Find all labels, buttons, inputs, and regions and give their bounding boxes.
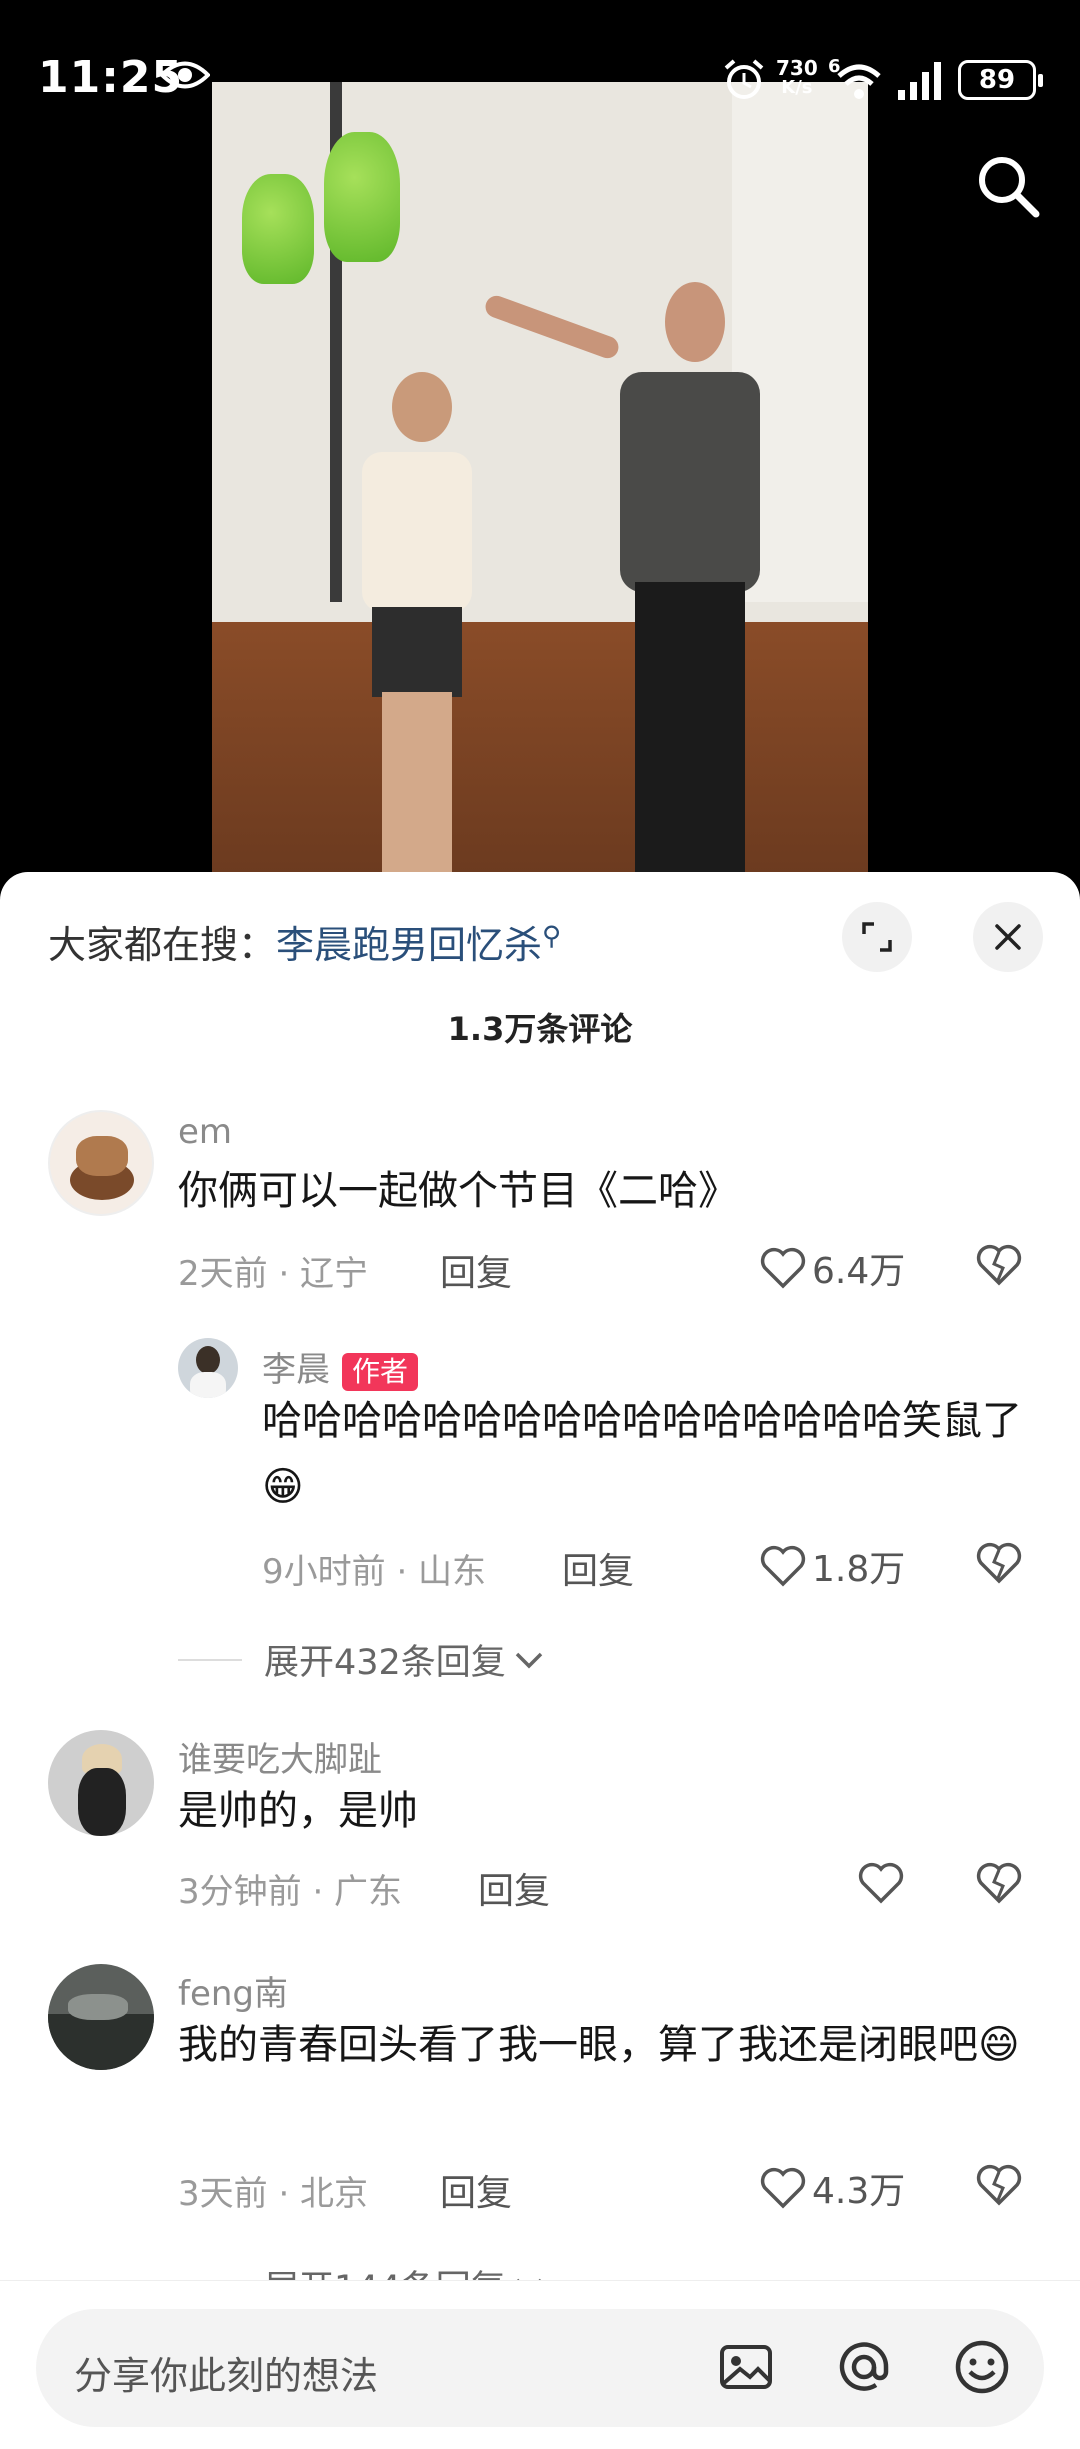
search-icon[interactable] — [972, 150, 1044, 222]
like-button[interactable]: 1.8万 — [760, 1540, 905, 1592]
comment-text: 是帅的，是帅 — [178, 1788, 418, 1834]
author-badge: 作者 — [342, 1352, 419, 1391]
dislike-icon[interactable] — [976, 1244, 1022, 1286]
like-button[interactable]: 6.4万 — [760, 1242, 905, 1294]
dislike-icon[interactable] — [976, 1862, 1022, 1904]
expand-button[interactable] — [842, 902, 912, 972]
like-count: 1.8万 — [812, 1549, 906, 1590]
expand-icon — [862, 922, 892, 952]
reply-button[interactable]: 回复 — [440, 2164, 512, 2216]
like-count: 4.3万 — [812, 2171, 906, 2212]
comment-text: 哈哈哈哈哈哈哈哈哈哈哈哈哈哈哈哈笑鼠了😁 — [262, 1398, 1022, 1510]
person-right — [620, 282, 760, 882]
like-count: 6.4万 — [812, 1251, 906, 1292]
image-icon[interactable] — [716, 2337, 776, 2397]
eye-comfort-icon — [160, 61, 210, 89]
comment-input[interactable]: 分享你此刻的想法 — [36, 2309, 1044, 2427]
comment-sheet: 大家都在搜：李晨跑男回忆杀⚲ 1.3万条评论 em 你俩可以一起做个节目《二哈》… — [0, 872, 1080, 2449]
heart-icon — [760, 2167, 806, 2209]
like-button[interactable] — [858, 1862, 904, 1904]
signal-icon — [898, 62, 941, 100]
wifi-gen-label: 6 — [828, 56, 841, 77]
battery-indicator: 89 — [958, 60, 1043, 100]
close-button[interactable] — [973, 902, 1043, 972]
wifi-icon — [837, 64, 881, 99]
small-search-icon: ⚲ — [542, 921, 562, 952]
heart-icon — [760, 1545, 806, 1587]
at-mention-icon[interactable] — [834, 2337, 894, 2397]
heart-icon — [760, 1247, 806, 1289]
comment-time-location: 3天前 · 北京 — [178, 2174, 369, 2214]
comment-author-name[interactable]: feng南 — [178, 1966, 288, 2015]
emoji-icon[interactable] — [952, 2337, 1012, 2397]
comment-count-title: 1.3万条评论 — [447, 1010, 633, 1048]
avatar[interactable] — [48, 1730, 154, 1836]
like-button[interactable]: 4.3万 — [760, 2162, 905, 2214]
avatar[interactable] — [48, 1110, 154, 1216]
comment-time-location: 9小时前 · 山东 — [262, 1552, 487, 1592]
alarm-icon — [724, 59, 764, 99]
hot-search-keyword[interactable]: 李晨跑男回忆杀 — [276, 923, 542, 967]
reply-button[interactable]: 回复 — [562, 1542, 634, 1594]
raised-arm — [482, 292, 622, 362]
avatar[interactable] — [48, 1964, 154, 2070]
comment-input-placeholder: 分享你此刻的想法 — [74, 2354, 379, 2398]
comment-time-location: 3分钟前 · 广东 — [178, 1872, 403, 1912]
video-frame[interactable] — [212, 82, 868, 882]
close-icon — [995, 924, 1021, 950]
comment-author-name[interactable]: 李晨 作者 — [262, 1342, 419, 1391]
chevron-down-icon — [515, 1652, 543, 1668]
hot-search-prefix: 大家都在搜： — [48, 923, 277, 967]
comment-author-name[interactable]: 谁要吃大脚趾 — [178, 1732, 382, 1781]
reply-button[interactable]: 回复 — [478, 1862, 550, 1914]
reply-button[interactable]: 回复 — [440, 1244, 512, 1296]
comment-text: 我的青春回头看了我一眼，算了我还是闭眼吧😄 — [178, 2022, 1020, 2068]
hot-search-banner[interactable]: 大家都在搜：李晨跑男回忆杀⚲ — [48, 914, 561, 969]
green-mascot-figure — [242, 174, 314, 284]
net-speed: 730 K/s — [776, 56, 818, 98]
comment-text: 你俩可以一起做个节目《二哈》 — [178, 1168, 738, 1214]
dislike-icon[interactable] — [976, 1542, 1022, 1584]
comment-input-bar: 分享你此刻的想法 — [0, 2280, 1080, 2449]
status-bar: 11:25 730 K/s 6 89 — [0, 0, 1080, 160]
avatar[interactable] — [178, 1338, 238, 1398]
comment-author-name[interactable]: em — [178, 1112, 232, 1152]
person-left — [362, 372, 472, 882]
expand-replies-button[interactable]: 展开432条回复 — [178, 1634, 546, 1685]
dislike-icon[interactable] — [976, 2164, 1022, 2206]
comment-time-location: 2天前 · 辽宁 — [178, 1254, 369, 1294]
